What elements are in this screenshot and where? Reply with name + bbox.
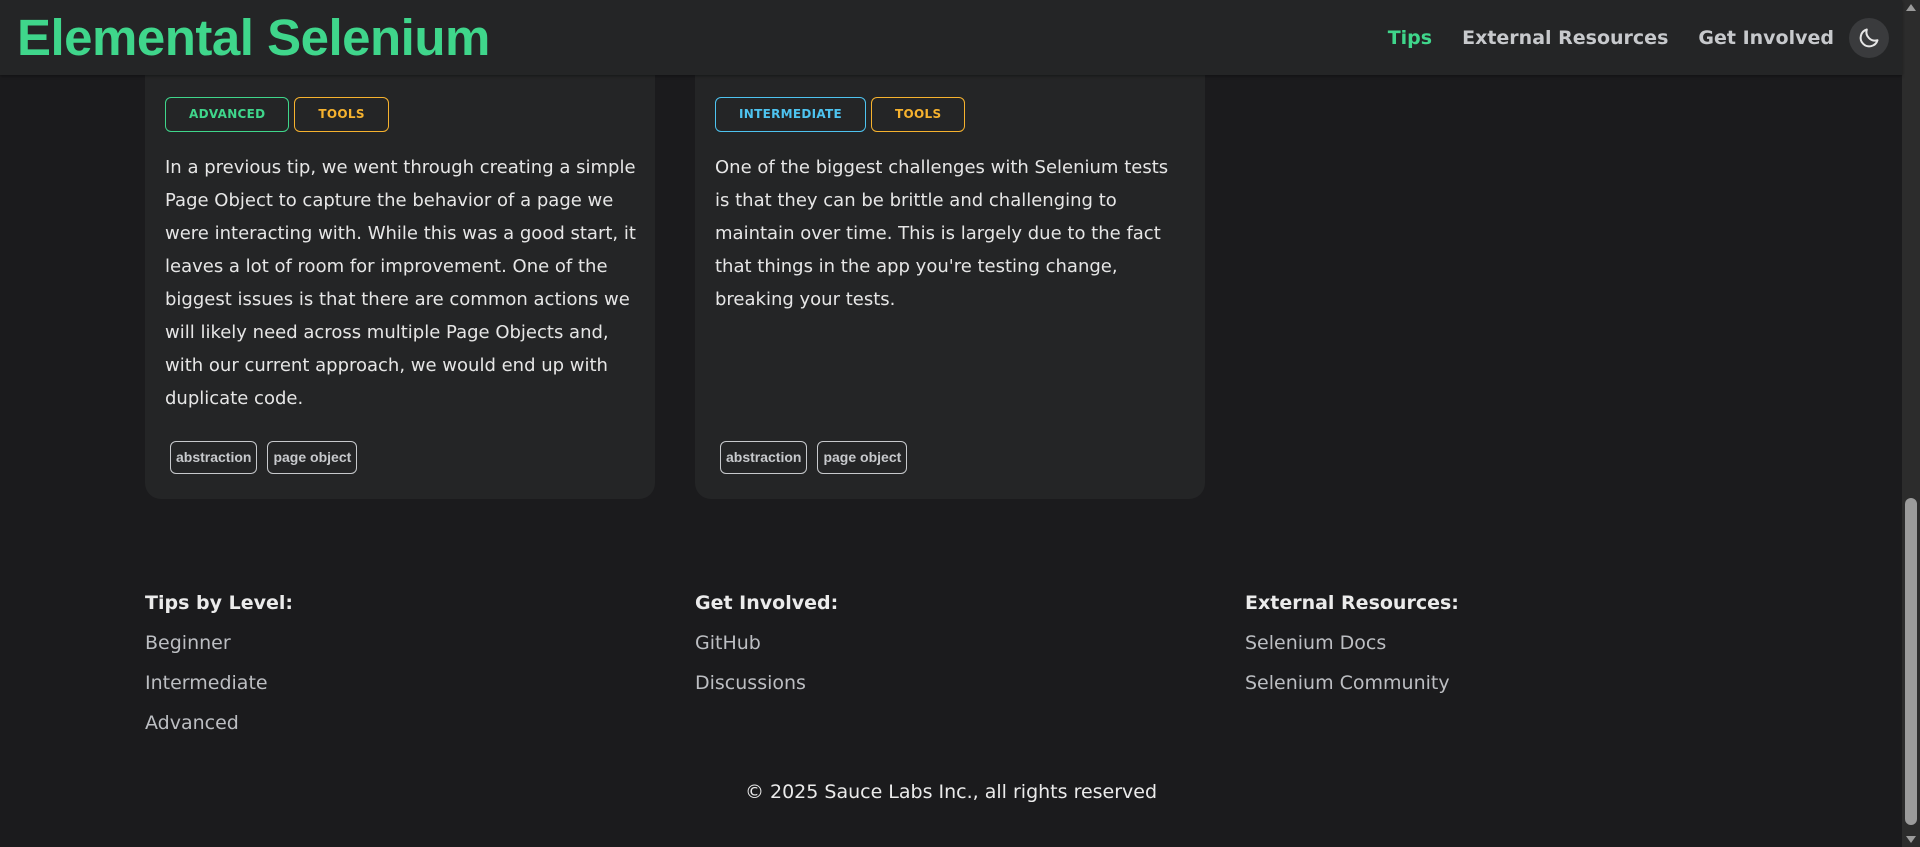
- site-header: Elemental Selenium Tips External Resourc…: [0, 0, 1902, 75]
- footer-link-github[interactable]: GitHub: [695, 630, 838, 656]
- footer-column-get-involved: Get Involved: GitHub Discussions: [695, 590, 838, 710]
- footer-link-advanced[interactable]: Advanced: [145, 710, 293, 736]
- nav-tips[interactable]: Tips: [1388, 27, 1432, 49]
- footer-column-title: External Resources:: [1245, 592, 1459, 614]
- footer-link-discussions[interactable]: Discussions: [695, 670, 838, 696]
- footer-link-selenium-docs[interactable]: Selenium Docs: [1245, 630, 1459, 656]
- footer-column-title: Get Involved:: [695, 592, 839, 614]
- tip-card[interactable]: ADVANCED TOOLS In a previous tip, we wen…: [145, 50, 655, 499]
- tip-description: One of the biggest challenges with Selen…: [715, 157, 1169, 310]
- moon-icon: [1859, 28, 1879, 48]
- main-nav: Tips External Resources Get Involved: [1358, 18, 1889, 58]
- scroll-up-arrow-icon[interactable]: [1906, 4, 1916, 11]
- level-badges: INTERMEDIATE TOOLS: [715, 97, 966, 132]
- footer-link-beginner[interactable]: Beginner: [145, 630, 293, 656]
- level-badge-intermediate[interactable]: INTERMEDIATE: [715, 97, 867, 132]
- scroll-down-arrow-icon[interactable]: [1906, 836, 1916, 843]
- level-badge-tools[interactable]: TOOLS: [871, 97, 966, 132]
- tag-abstraction[interactable]: abstraction: [720, 441, 808, 474]
- vertical-scrollbar[interactable]: [1902, 0, 1920, 847]
- footer-link-intermediate[interactable]: Intermediate: [145, 670, 293, 696]
- nav-external-resources[interactable]: External Resources: [1462, 27, 1668, 49]
- tip-description: In a previous tip, we went through creat…: [165, 157, 636, 409]
- tag-page-object[interactable]: page object: [817, 441, 908, 474]
- level-badge-tools[interactable]: TOOLS: [294, 97, 389, 132]
- tip-card[interactable]: INTERMEDIATE TOOLS One of the biggest ch…: [695, 50, 1205, 499]
- tag-abstraction[interactable]: abstraction: [170, 441, 258, 474]
- footer-link-selenium-community[interactable]: Selenium Community: [1245, 670, 1459, 696]
- copyright-text: © 2025 Sauce Labs Inc., all rights reser…: [744, 781, 1158, 803]
- level-badge-advanced[interactable]: ADVANCED: [165, 97, 290, 132]
- footer-column-external-resources: External Resources: Selenium Docs Seleni…: [1245, 590, 1459, 710]
- page: Elemental Selenium Tips External Resourc…: [0, 0, 1920, 847]
- scrollbar-thumb[interactable]: [1905, 498, 1917, 825]
- footer-column-tips-by-level: Tips by Level: Beginner Intermediate Adv…: [145, 590, 293, 750]
- tag-list: abstraction page object: [170, 441, 358, 474]
- theme-toggle-button[interactable]: [1849, 18, 1889, 58]
- level-badges: ADVANCED TOOLS: [165, 97, 389, 132]
- site-logo[interactable]: Elemental Selenium: [17, 9, 490, 67]
- tag-page-object[interactable]: page object: [267, 441, 358, 474]
- nav-get-involved[interactable]: Get Involved: [1698, 27, 1834, 49]
- footer-column-title: Tips by Level:: [145, 592, 293, 614]
- tag-list: abstraction page object: [720, 441, 908, 474]
